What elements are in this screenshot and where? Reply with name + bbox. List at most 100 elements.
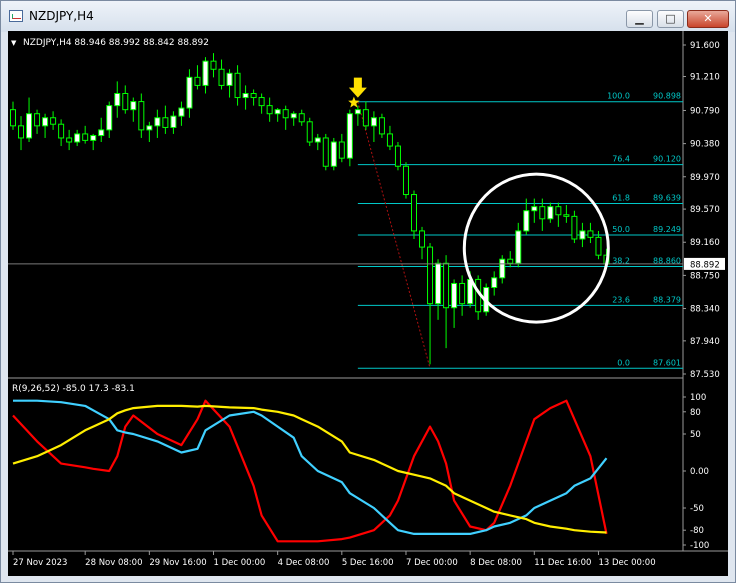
indicator-pane: 100 80 50 0.00 -50 -80 -100 <box>12 393 709 551</box>
candle-body <box>547 206 554 220</box>
candle-body <box>539 206 546 220</box>
price-tick-label: 91.210 <box>690 73 720 83</box>
window-title: NZDJPY,H4 <box>29 9 94 23</box>
title-bar[interactable]: NZDJPY,H4 ▁ □ ✕ <box>1 1 735 32</box>
candle-body <box>66 137 73 143</box>
candle-body <box>154 117 161 127</box>
candle-body <box>370 117 377 127</box>
fib-level-percent: 50.0 <box>612 225 630 234</box>
candle-body <box>523 210 530 232</box>
fib-level-percent: 100.0 <box>607 92 630 101</box>
fib-level-price: 89.249 <box>653 225 681 234</box>
candle-body <box>595 236 602 256</box>
price-tick-label: 87.940 <box>690 337 720 347</box>
fibonacci-retracement[interactable]: 100.0 90.898 76.4 90.120 61.8 89.639 50.0 89.24… <box>357 92 683 369</box>
candle-body <box>42 117 49 127</box>
candle-body <box>419 230 426 248</box>
price-tick-label: 91.600 <box>690 41 720 51</box>
candle-body <box>202 60 209 86</box>
time-tick-label: 8 Dec 08:00 <box>470 558 522 568</box>
candle-body <box>386 133 393 147</box>
symbol-header: NZDJPY,H4 88.946 88.992 88.842 88.892 <box>23 38 209 48</box>
fib-level-percent: 76.4 <box>612 155 630 164</box>
candle-body <box>587 230 594 238</box>
candle-body <box>531 206 538 212</box>
candle-body <box>491 277 498 289</box>
time-tick-label: 13 Dec 00:00 <box>598 558 655 568</box>
indicator-tick-label: 80 <box>690 408 701 418</box>
candle-body <box>507 258 514 264</box>
candle-body <box>330 141 337 167</box>
candle-body <box>402 165 409 196</box>
maximize-button[interactable]: □ <box>657 10 684 28</box>
candle-body <box>411 194 417 232</box>
candle-body <box>58 123 65 139</box>
fib-level-price: 87.601 <box>653 358 681 367</box>
candle-body <box>451 282 458 309</box>
indicator-tick-label: 100 <box>690 393 706 403</box>
time-tick-label: 28 Nov 08:00 <box>85 558 142 568</box>
indicator-title: R(9,26,52) -85.0 17.3 -83.1 <box>12 384 135 394</box>
highlight-circle <box>462 172 610 324</box>
candle-body <box>226 72 233 86</box>
price-tick-label: 89.970 <box>690 173 720 183</box>
candle-body <box>499 258 506 279</box>
time-tick-label: 5 Dec 16:00 <box>342 558 394 568</box>
candle-body <box>178 107 185 117</box>
candle-body <box>459 282 466 305</box>
price-axis[interactable]: 91.600 91.210 90.790 90.380 89.970 89.570 89.1… <box>683 41 725 380</box>
candle-body <box>250 93 257 99</box>
price-tick-label: 87.530 <box>690 370 720 380</box>
candle-body <box>106 105 113 131</box>
candle-body <box>314 137 321 143</box>
candle-body <box>563 214 570 217</box>
down-arrow-icon <box>348 77 367 98</box>
candle-body <box>218 68 225 86</box>
price-tick-label: 88.750 <box>690 271 720 281</box>
indicator-tick-label: -50 <box>690 504 704 514</box>
candle-body <box>146 125 153 131</box>
candle-body <box>114 93 121 107</box>
fib-level-price: 88.379 <box>653 295 681 304</box>
candle-body <box>186 76 193 109</box>
fib-level-price: 90.120 <box>653 155 681 164</box>
candle-body <box>362 109 369 127</box>
fib-level-price: 89.639 <box>653 194 681 203</box>
candle-body <box>354 109 361 115</box>
candle-body <box>34 113 41 127</box>
candle-body <box>298 113 305 123</box>
time-tick-label: 11 Dec 16:00 <box>534 558 591 568</box>
indicator-tick-label: 0.00 <box>690 467 709 477</box>
candle-body <box>130 101 137 111</box>
chart-area[interactable]: 100.0 90.898 76.4 90.120 61.8 89.639 50.0 89.24… <box>8 31 728 576</box>
fib-level-percent: 23.6 <box>612 295 630 304</box>
candle-body <box>74 133 81 143</box>
candle-body <box>346 113 353 159</box>
time-tick-label: 27 Nov 2023 <box>13 558 67 568</box>
price-tick-label: 89.570 <box>690 205 720 215</box>
candle-body <box>266 105 273 115</box>
candle-body <box>18 125 25 139</box>
chart-menu-triangle-icon[interactable]: ▼ <box>11 39 17 47</box>
candle-body <box>338 141 345 159</box>
price-grid <box>8 31 728 552</box>
candle-body <box>242 93 249 99</box>
close-button[interactable]: ✕ <box>687 10 729 28</box>
candle-body <box>170 115 177 128</box>
price-chart-svg[interactable]: 100.0 90.898 76.4 90.120 61.8 89.639 50.0 89.24… <box>8 31 728 576</box>
candle-body <box>394 145 401 167</box>
candle-body <box>435 262 442 305</box>
time-tick-label: 1 Dec 00:00 <box>214 558 266 568</box>
fib-level-percent: 0.0 <box>617 358 630 367</box>
indicator-tick-label: -80 <box>690 526 704 536</box>
time-tick-label: 29 Nov 16:00 <box>149 558 206 568</box>
minimize-button[interactable]: ▁ <box>626 10 653 28</box>
price-tick-label: 90.790 <box>690 106 720 116</box>
candle-body <box>306 121 313 143</box>
candle-body <box>122 93 129 111</box>
time-axis[interactable]: 27 Nov 2023 28 Nov 08:00 29 Nov 16:00 1 Dec… <box>12 551 656 568</box>
price-tick-label: 88.340 <box>690 305 720 315</box>
candle-body <box>290 113 297 119</box>
price-tick-label: 90.380 <box>690 140 720 150</box>
candle-body <box>443 262 450 309</box>
